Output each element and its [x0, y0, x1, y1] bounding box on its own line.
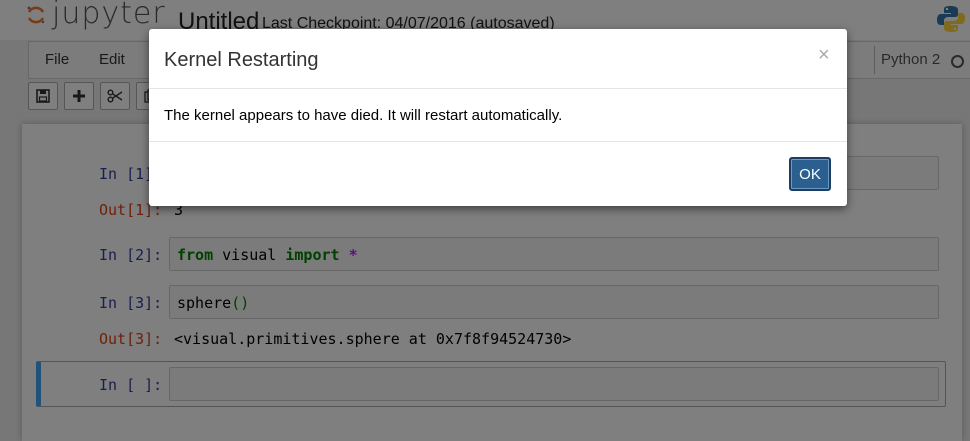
modal-footer: OK	[149, 141, 847, 207]
modal-message: The kernel appears to have died. It will…	[164, 107, 563, 124]
ok-button[interactable]: OK	[789, 157, 831, 191]
modal-header: Kernel Restarting ×	[149, 29, 847, 89]
modal-title: Kernel Restarting	[164, 49, 319, 71]
kernel-restarting-dialog: Kernel Restarting × The kernel appears t…	[149, 29, 847, 206]
close-icon[interactable]: ×	[818, 45, 830, 65]
